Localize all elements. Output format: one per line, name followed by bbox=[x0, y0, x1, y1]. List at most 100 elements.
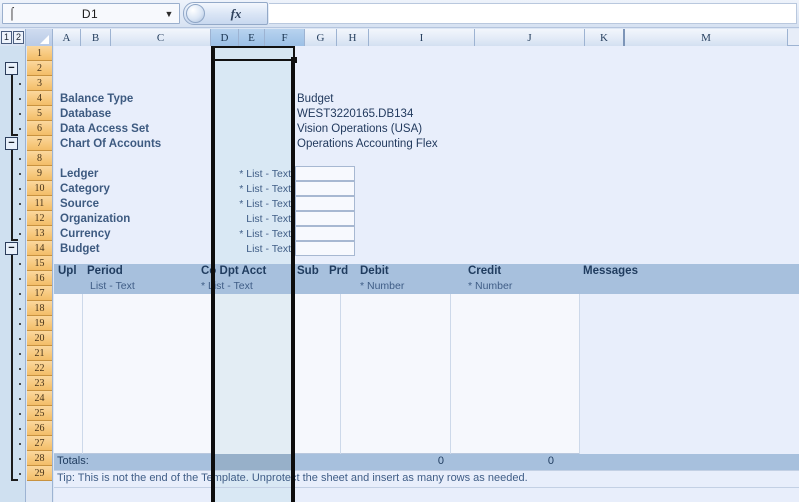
thsub-credit: * Number bbox=[468, 280, 513, 292]
row-header-5[interactable]: 5 bbox=[27, 106, 52, 121]
grid-area: − − − 1 2 3 4 5 6 7 8 9 10 11 12 13 14 1… bbox=[0, 46, 799, 502]
row-header-9[interactable]: 9 bbox=[27, 166, 52, 181]
data-col-credit[interactable] bbox=[451, 294, 580, 454]
input-currency[interactable] bbox=[295, 226, 355, 241]
outline-level-1-button[interactable]: 1 bbox=[1, 31, 12, 44]
column-letters: ABCDEFGHIJKM bbox=[53, 29, 788, 46]
row-header-6[interactable]: 6 bbox=[27, 121, 52, 136]
row-header-12[interactable]: 12 bbox=[27, 211, 52, 226]
outline-dot bbox=[19, 338, 21, 340]
row-header-25[interactable]: 25 bbox=[27, 406, 52, 421]
outline-bracket-3-foot bbox=[11, 479, 18, 481]
type-hint-budget: List - Text bbox=[246, 243, 291, 255]
row-header-18[interactable]: 18 bbox=[27, 301, 52, 316]
row-header-11[interactable]: 11 bbox=[27, 196, 52, 211]
input-ledger[interactable] bbox=[295, 166, 355, 181]
active-cell-selection[interactable] bbox=[213, 46, 295, 61]
column-header-m[interactable]: M bbox=[625, 29, 788, 46]
label-budget: Budget bbox=[60, 243, 100, 255]
column-header-k[interactable]: K bbox=[585, 29, 625, 46]
input-organization[interactable] bbox=[295, 211, 355, 226]
outline-bracket-3 bbox=[11, 255, 13, 481]
name-box[interactable]: ⌠ D1 ▼ bbox=[2, 3, 180, 24]
chevron-down-icon[interactable]: ▼ bbox=[159, 9, 179, 19]
row-header-28[interactable]: 28 bbox=[27, 451, 52, 466]
row-header-13[interactable]: 13 bbox=[27, 226, 52, 241]
row-header-2[interactable]: 2 bbox=[27, 61, 52, 76]
row-header-14[interactable]: 14 bbox=[27, 241, 52, 256]
data-col-period[interactable] bbox=[83, 294, 213, 454]
input-source[interactable] bbox=[295, 196, 355, 211]
row-header-19[interactable]: 19 bbox=[27, 316, 52, 331]
row-header-1[interactable]: 1 bbox=[27, 46, 52, 61]
data-col-sub-prd[interactable] bbox=[293, 294, 341, 454]
sheet-canvas[interactable]: Balance Type Database Data Access Set Ch… bbox=[54, 46, 799, 502]
label-database: Database bbox=[60, 108, 112, 120]
data-col-messages[interactable] bbox=[580, 294, 799, 454]
fill-handle[interactable] bbox=[291, 57, 297, 63]
data-col-debit[interactable] bbox=[341, 294, 451, 454]
row-header-26[interactable]: 26 bbox=[27, 421, 52, 436]
row-header-column: 1 2 3 4 5 6 7 8 9 10 11 12 13 14 15 16 17 18 19 20 21 22 23 24 2… bbox=[27, 46, 53, 502]
outline-dot bbox=[19, 278, 21, 280]
outline-collapse-group-2[interactable]: − bbox=[5, 137, 18, 150]
totals-label: Totals: bbox=[57, 455, 89, 467]
totals-credit: 0 bbox=[547, 455, 554, 467]
row-header-17[interactable]: 17 bbox=[27, 286, 52, 301]
value-database: WEST3220165.DB134 bbox=[297, 108, 414, 120]
column-header-c[interactable]: C bbox=[111, 29, 211, 46]
outline-dot bbox=[19, 218, 21, 220]
formula-input[interactable] bbox=[269, 3, 797, 24]
outline-level-2-button[interactable]: 2 bbox=[13, 31, 24, 44]
table-header-band: Upl Period Co Dpt Acct Sub Prd Debit Cre… bbox=[54, 264, 799, 294]
column-header-e[interactable]: E bbox=[239, 29, 265, 46]
row-header-15[interactable]: 15 bbox=[27, 256, 52, 271]
row-header-4[interactable]: 4 bbox=[27, 91, 52, 106]
row-header-23[interactable]: 23 bbox=[27, 376, 52, 391]
select-all-corner[interactable] bbox=[26, 29, 53, 46]
column-header-d[interactable]: D bbox=[211, 29, 239, 46]
outline-bracket-1-foot bbox=[11, 134, 18, 136]
outline-dot bbox=[19, 458, 21, 460]
formula-round-button[interactable] bbox=[186, 4, 205, 23]
label-category: Category bbox=[60, 183, 110, 195]
row-header-7[interactable]: 7 bbox=[27, 136, 52, 151]
outline-dot bbox=[19, 158, 21, 160]
column-header-h[interactable]: H bbox=[337, 29, 369, 46]
insert-function-icon[interactable]: fx bbox=[205, 6, 267, 22]
column-header-i[interactable]: I bbox=[369, 29, 475, 46]
outline-collapse-group-3[interactable]: − bbox=[5, 242, 18, 255]
row-header-21[interactable]: 21 bbox=[27, 346, 52, 361]
selection-border-right bbox=[291, 46, 295, 502]
data-col-upl[interactable] bbox=[54, 294, 83, 454]
column-header-j[interactable]: J bbox=[475, 29, 585, 46]
data-entry-zone[interactable] bbox=[54, 294, 799, 454]
column-header-g[interactable]: G bbox=[305, 29, 337, 46]
outline-dot bbox=[19, 128, 21, 130]
row-header-8[interactable]: 8 bbox=[27, 151, 52, 166]
value-chart-of-accounts: Operations Accounting Flex bbox=[297, 138, 438, 150]
outline-bracket-2-foot bbox=[11, 239, 18, 241]
outline-dot bbox=[19, 203, 21, 205]
row-header-3[interactable]: 3 bbox=[27, 76, 52, 91]
row-header-24[interactable]: 24 bbox=[27, 391, 52, 406]
value-balance-type: Budget bbox=[297, 93, 334, 105]
row-header-29[interactable]: 29 bbox=[27, 466, 52, 481]
outline-dot bbox=[19, 263, 21, 265]
totals-blank-cell bbox=[213, 454, 293, 470]
row-header-10[interactable]: 10 bbox=[27, 181, 52, 196]
formula-tools-group: fx bbox=[183, 2, 268, 25]
column-header-b[interactable]: B bbox=[81, 29, 111, 46]
row-header-27[interactable]: 27 bbox=[27, 436, 52, 451]
outline-collapse-group-1[interactable]: − bbox=[5, 62, 18, 75]
column-header-a[interactable]: A bbox=[53, 29, 81, 46]
input-budget[interactable] bbox=[295, 241, 355, 256]
row-header-20[interactable]: 20 bbox=[27, 331, 52, 346]
outline-gutter: − − − bbox=[0, 46, 26, 502]
input-category[interactable] bbox=[295, 181, 355, 196]
data-col-co-dpt-acct[interactable] bbox=[213, 294, 293, 454]
row-header-22[interactable]: 22 bbox=[27, 361, 52, 376]
totals-debit: 0 bbox=[437, 455, 444, 467]
column-header-f[interactable]: F bbox=[265, 29, 305, 46]
row-header-16[interactable]: 16 bbox=[27, 271, 52, 286]
